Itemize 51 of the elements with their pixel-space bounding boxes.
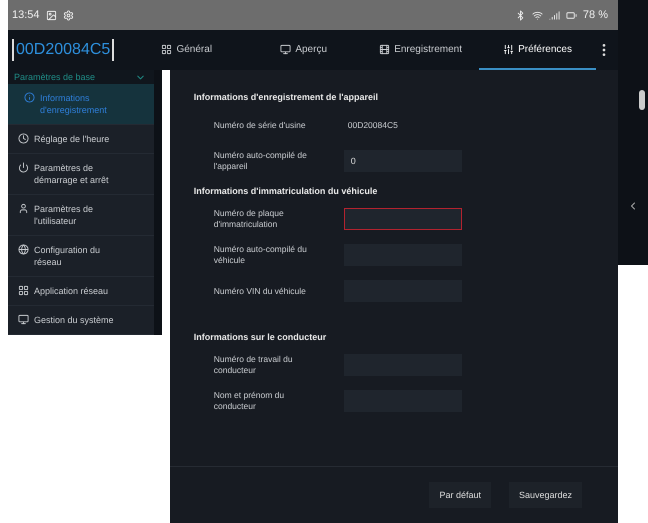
bluetooth-icon bbox=[514, 10, 526, 20]
gear-icon bbox=[62, 10, 74, 20]
item-label: Configuration du réseau bbox=[34, 244, 102, 268]
field-label: Nom et prénom du conducteur bbox=[214, 390, 286, 412]
wifi-icon bbox=[532, 10, 543, 20]
grid-icon bbox=[161, 44, 172, 54]
item-label: Paramètres de démarrage et arrêt bbox=[34, 162, 110, 186]
image-icon bbox=[46, 10, 57, 20]
sidebar-item[interactable]: Application réseau bbox=[8, 277, 154, 306]
item-label: Paramètres de l'utilisateur bbox=[34, 203, 94, 227]
section-title: Informations sur le conducteur bbox=[194, 332, 328, 342]
sidebar-group[interactable]: Paramètres de base bbox=[8, 70, 154, 84]
field-label: Numéro de série d'usine bbox=[214, 120, 307, 130]
item-label: Réglage de l'heure bbox=[34, 133, 110, 145]
input-field[interactable]: 0 bbox=[344, 150, 462, 172]
item-label: Application réseau bbox=[34, 285, 108, 297]
item-label: Gestion du système bbox=[34, 314, 114, 326]
clock: 13:54 bbox=[12, 9, 40, 21]
clock-icon bbox=[18, 133, 29, 144]
action-button[interactable]: Sauvegardez bbox=[508, 482, 582, 508]
globe-icon bbox=[18, 244, 29, 255]
input-field[interactable] bbox=[344, 208, 462, 230]
field-label: Numéro de travail du conducteur bbox=[214, 354, 294, 376]
group-label: Paramètres de base bbox=[14, 72, 96, 82]
field-value: 00D20084C5 bbox=[346, 120, 398, 130]
grid-icon bbox=[18, 285, 29, 296]
sidebar-item[interactable]: Configuration du réseau bbox=[8, 236, 154, 277]
sliders-icon bbox=[503, 44, 514, 54]
item-label: Informations d'enregistrement bbox=[40, 92, 108, 116]
battery-icon bbox=[566, 10, 577, 20]
info-icon bbox=[24, 92, 35, 103]
field-label: Numéro VIN du véhicule bbox=[214, 286, 307, 296]
sidebar-item[interactable]: Gestion du système bbox=[8, 306, 154, 335]
field-label: Numéro auto-compilé de l'appareil bbox=[214, 150, 308, 172]
user-icon bbox=[18, 203, 29, 214]
section-title: Informations d'enregistrement de l'appareil bbox=[194, 92, 380, 102]
film-icon bbox=[379, 44, 390, 54]
sidebar-item[interactable]: Réglage de l'heure bbox=[8, 125, 154, 154]
action-button[interactable]: Par défaut bbox=[429, 482, 491, 508]
field-label: Numéro auto-compilé du véhicule bbox=[214, 244, 308, 266]
monitor-icon bbox=[18, 314, 29, 325]
battery-percent: 78 % bbox=[582, 9, 608, 21]
monitor-icon bbox=[280, 44, 292, 54]
tab[interactable]: Enregistrement bbox=[362, 30, 480, 70]
power-icon bbox=[18, 162, 29, 173]
tab[interactable]: Général bbox=[128, 30, 246, 70]
device-id: 00D20084C5 bbox=[12, 39, 114, 61]
scroll-handle[interactable] bbox=[639, 90, 645, 110]
section-title: Informations d'immatriculation du véhicule bbox=[194, 186, 378, 196]
field-label: Numéro de plaque d'immatriculation bbox=[214, 208, 285, 230]
tab[interactable]: Aperçu bbox=[245, 30, 362, 70]
